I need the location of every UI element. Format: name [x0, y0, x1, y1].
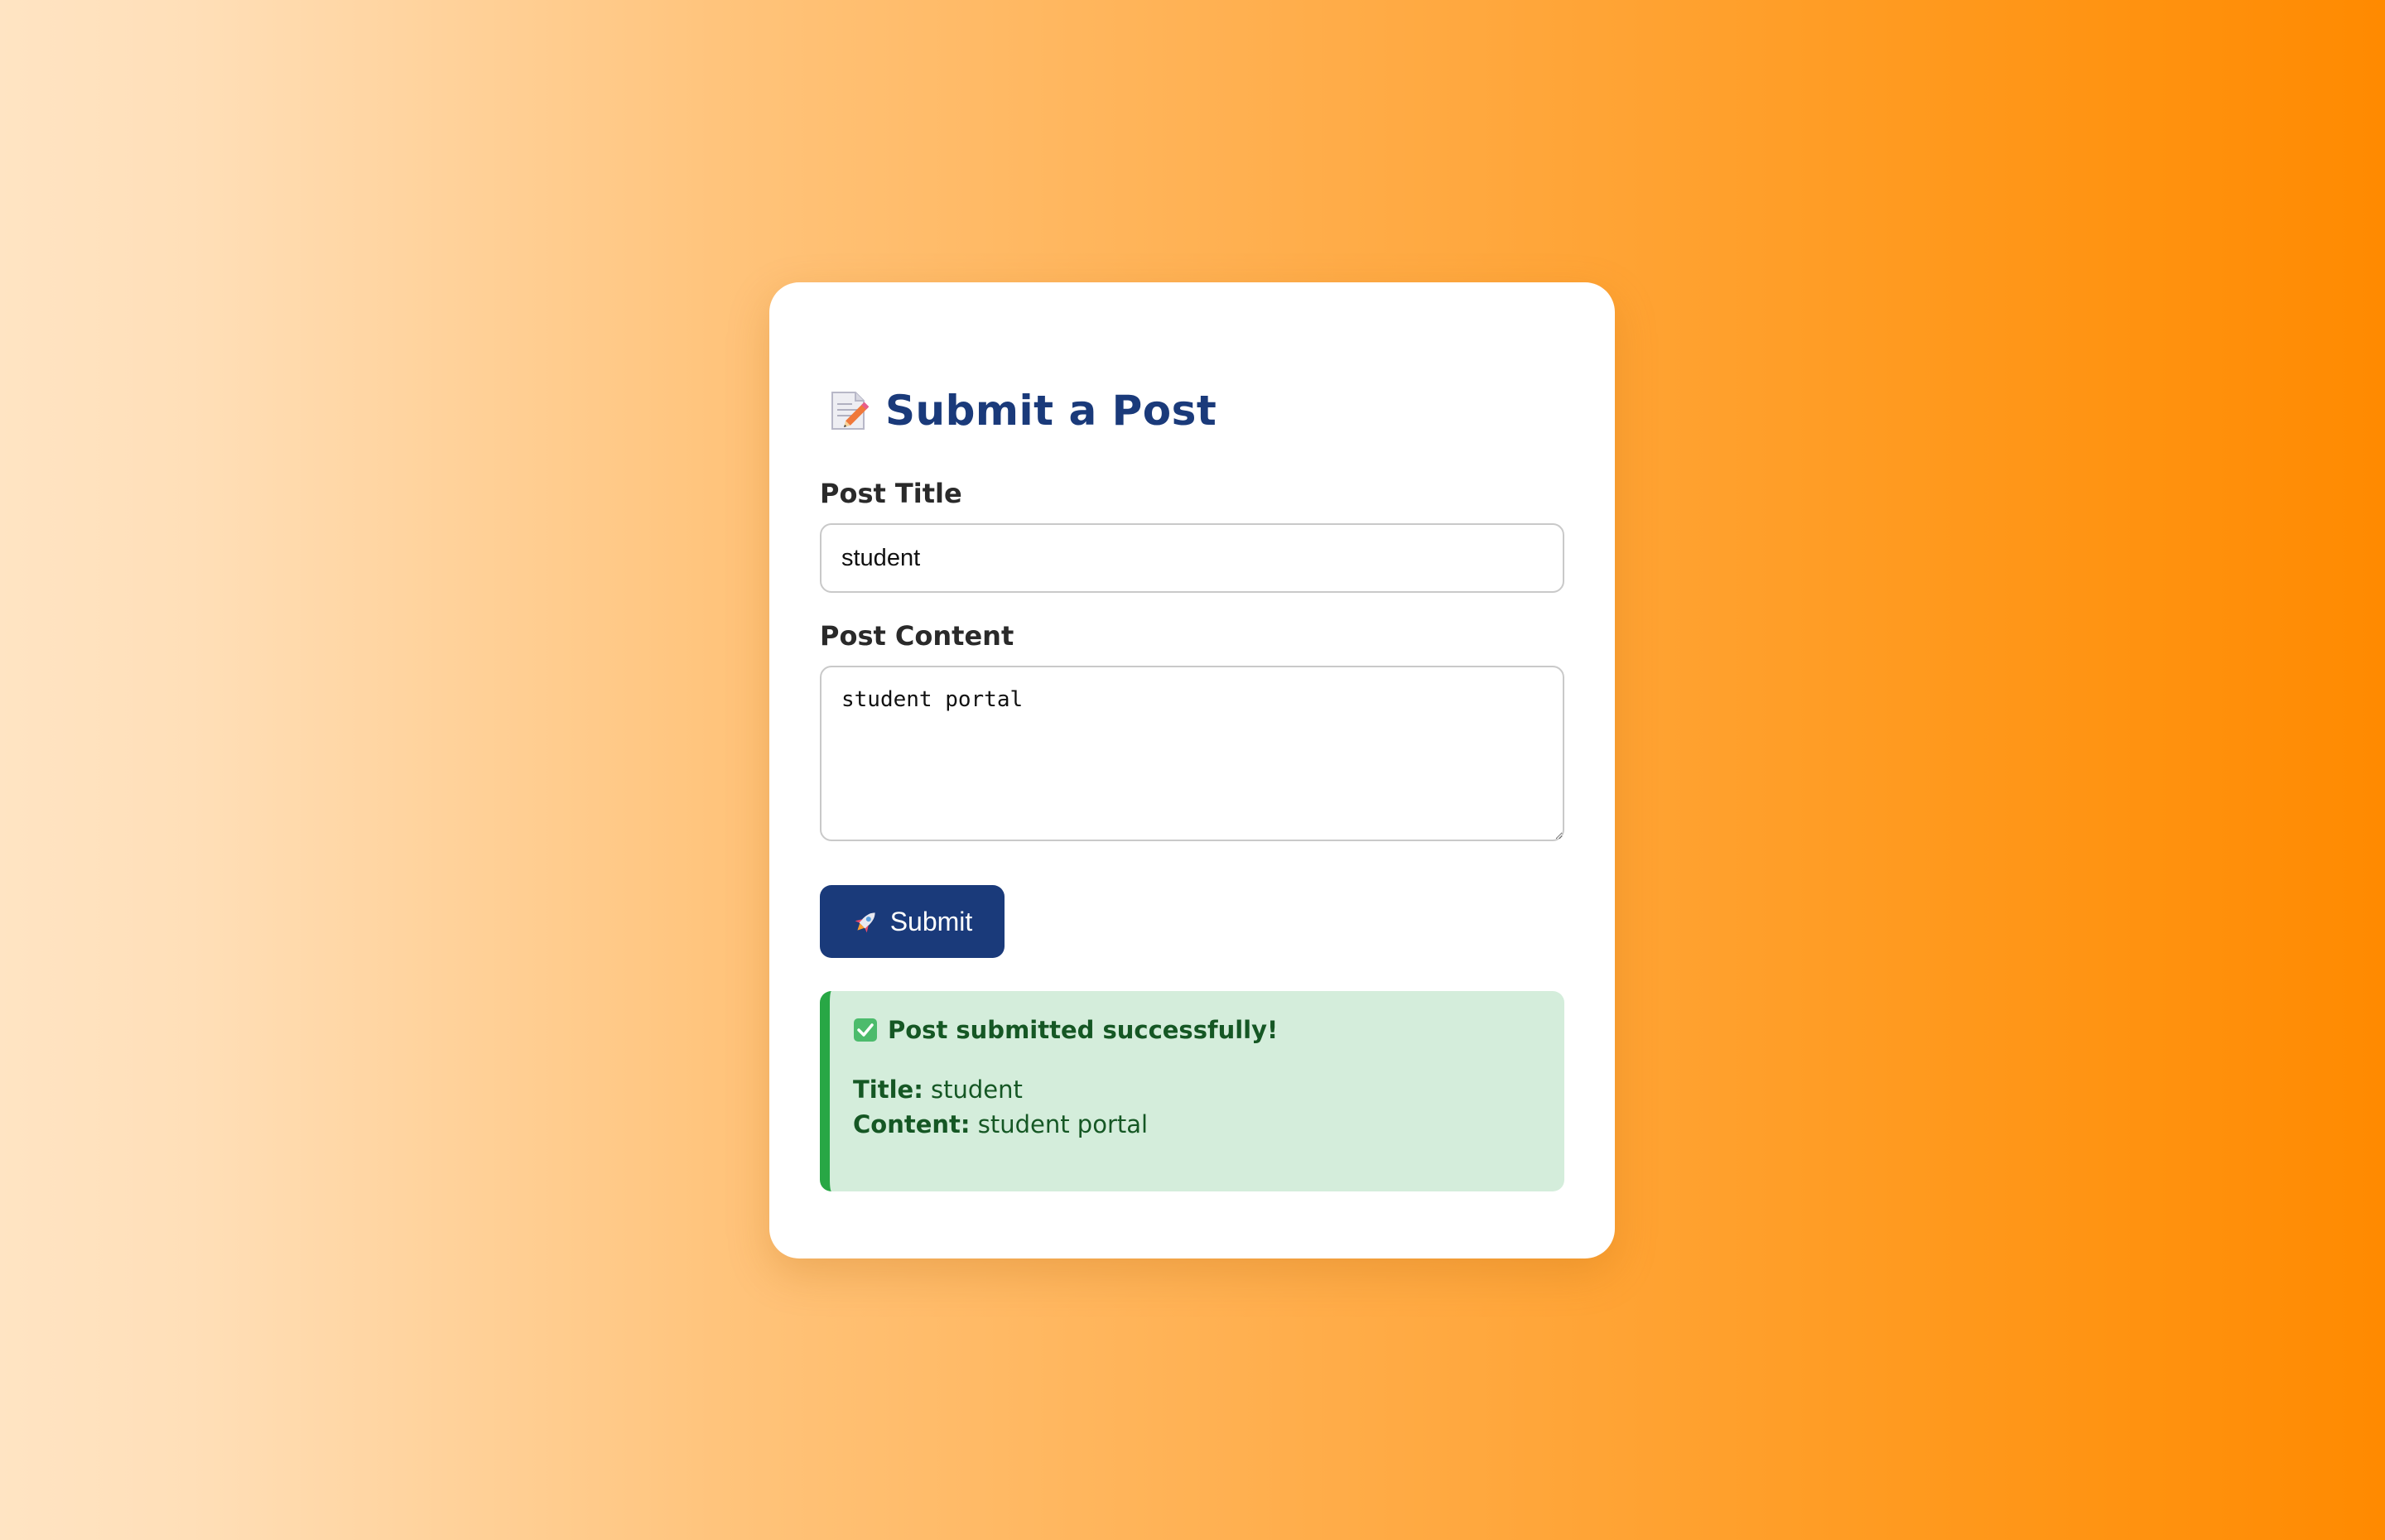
post-title-input[interactable] — [820, 523, 1564, 593]
check-mark-button-icon — [853, 1018, 878, 1042]
success-heading: Post submitted successfully! — [888, 1016, 1279, 1044]
success-message-box: Post submitted successfully! Title: stud… — [820, 991, 1564, 1191]
result-content-key: Content: — [853, 1110, 971, 1138]
result-title-key: Title: — [853, 1076, 923, 1104]
post-content-label: Post Content — [820, 620, 1014, 652]
submit-button[interactable]: Submit — [820, 885, 1005, 958]
memo-icon — [827, 389, 870, 432]
result-title-value: student — [931, 1076, 1023, 1104]
page-title: Submit a Post — [885, 387, 1217, 435]
post-title-label: Post Title — [820, 478, 962, 509]
post-form-card: Submit a Post Post Title Post Content st… — [769, 282, 1615, 1258]
submit-button-label: Submit — [889, 906, 973, 936]
result-content-value: student portal — [977, 1110, 1149, 1138]
success-header: Post submitted successfully! — [853, 1016, 1278, 1044]
result-title-line: Title: student — [853, 1076, 1023, 1104]
post-content-textarea[interactable]: student portal — [820, 666, 1564, 841]
result-content-line: Content: student portal — [853, 1110, 1148, 1138]
page-title-row: Submit a Post — [827, 382, 1217, 440]
rocket-icon — [852, 907, 880, 936]
